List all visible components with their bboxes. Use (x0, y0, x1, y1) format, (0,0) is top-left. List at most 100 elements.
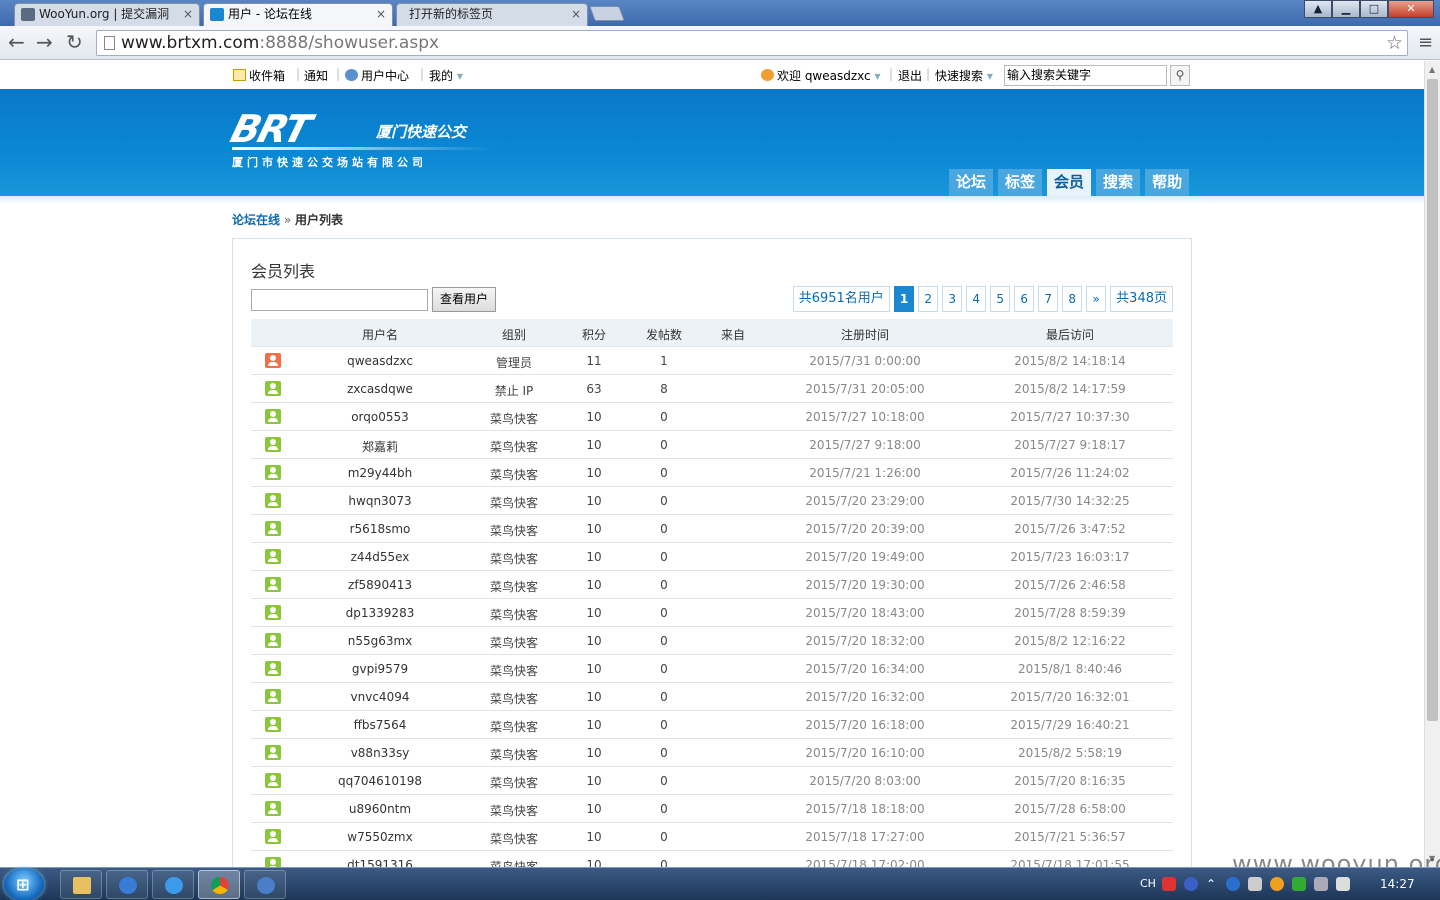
close-window-button[interactable]: ✕ (1388, 0, 1434, 18)
cell-username[interactable]: hwqn3073 (348, 494, 411, 508)
close-tab-icon[interactable]: × (183, 4, 193, 25)
cell-username[interactable]: dp1339283 (346, 606, 415, 620)
cell-group: 菜鸟快客 (489, 608, 539, 622)
k-tray-icon[interactable] (1226, 877, 1240, 891)
cell-username[interactable]: zf5890413 (348, 578, 412, 592)
user-avatar-icon (265, 549, 281, 564)
scrollbar-thumb[interactable] (1427, 79, 1438, 721)
cell-points: 10 (586, 830, 602, 844)
main-nav-item[interactable]: 会员 (1047, 169, 1092, 196)
table-row: dp1339283 菜鸟快客 10 0 2015/7/20 18:43:00 2015/7… (251, 599, 1173, 627)
page-scrollbar[interactable]: ▲ ▼ (1424, 61, 1440, 867)
sogou-icon[interactable] (1162, 877, 1176, 891)
banner-shadow (0, 196, 1424, 204)
blocked-icon[interactable] (1248, 877, 1262, 891)
notify-link[interactable]: 通知 (304, 67, 328, 84)
start-button[interactable]: ⊞ (4, 868, 44, 900)
site-search-input[interactable]: 输入搜索关键字 (1004, 65, 1167, 86)
network-icon[interactable] (1314, 877, 1328, 891)
new-tab-button[interactable] (589, 6, 625, 21)
volume-icon[interactable] (1336, 877, 1350, 891)
user-lookup-input[interactable] (251, 289, 428, 311)
cell-posts: 0 (660, 746, 668, 760)
breadcrumb-separator: » (283, 213, 292, 227)
page-link[interactable]: 8 (1062, 286, 1083, 312)
page-link[interactable]: » (1086, 286, 1107, 312)
search-icon[interactable]: ⚲ (1170, 65, 1190, 86)
cell-username[interactable]: v88n33sy (351, 746, 410, 760)
main-nav-item[interactable]: 帮助 (1145, 169, 1190, 196)
cell-last-visit: 2015/7/20 8:16:35 (1014, 774, 1126, 788)
taskbar-ie[interactable] (152, 870, 194, 899)
view-user-button[interactable]: 查看用户 (432, 287, 496, 312)
cell-group: 菜鸟快客 (489, 748, 539, 762)
bookmark-star-icon[interactable]: ☆ (1386, 31, 1403, 55)
page-link[interactable]: 1 (893, 286, 915, 312)
help-icon[interactable] (1184, 877, 1198, 891)
minimize-button[interactable]: ▁ (1332, 0, 1360, 18)
back-arrow-icon[interactable]: ← (8, 31, 25, 53)
total-pages-count[interactable]: 共348页 (1110, 286, 1173, 312)
cell-username[interactable]: zxcasdqwe (347, 382, 413, 396)
green-tray-icon[interactable] (1292, 877, 1306, 891)
cell-username[interactable]: u8960ntm (349, 802, 411, 816)
cell-registered: 2015/7/27 9:18:00 (809, 438, 921, 452)
address-bar[interactable]: www.brtxm.com:8888/showuser.aspx ☆ (96, 30, 1408, 56)
cell-username[interactable]: dt1591316 (347, 858, 413, 867)
taskbar-app-s[interactable] (244, 870, 286, 899)
tray-expand-icon[interactable]: ⌃ (1206, 877, 1220, 891)
cell-last-visit: 2015/7/26 2:46:58 (1014, 578, 1126, 592)
mine-menu[interactable]: 我的 ▾ (429, 67, 463, 84)
logout-link[interactable]: 退出 (898, 67, 922, 84)
cell-username[interactable]: w7550zmx (347, 830, 412, 844)
page-link[interactable]: 5 (990, 286, 1011, 312)
taskbar-app-k[interactable] (106, 870, 148, 899)
user-icon (761, 69, 774, 81)
taskbar-chrome[interactable] (198, 870, 240, 899)
page-link[interactable]: 7 (1038, 286, 1059, 312)
breadcrumb-home-link[interactable]: 论坛在线 (232, 213, 280, 227)
cell-username[interactable]: n55g63mx (348, 634, 413, 648)
user-center-link[interactable]: 用户中心 (345, 67, 409, 84)
wrench-menu-icon[interactable]: ≡ (1418, 34, 1433, 52)
close-tab-icon[interactable]: × (376, 4, 386, 25)
user-profile-icon[interactable]: ▲ (1304, 0, 1332, 18)
cell-username[interactable]: m29y44bh (348, 466, 413, 480)
taskbar-explorer[interactable] (60, 870, 102, 899)
cell-username[interactable]: qweasdzxc (347, 354, 413, 368)
cell-username[interactable]: gvpi9579 (352, 662, 408, 676)
page-link[interactable]: 2 (918, 286, 939, 312)
forward-arrow-icon[interactable]: → (36, 31, 53, 53)
cell-username[interactable]: 郑嘉莉 (362, 438, 398, 455)
quick-search-menu[interactable]: 快速搜索 ▾ (935, 67, 993, 84)
input-language[interactable]: CH (1140, 877, 1156, 890)
site-logo[interactable]: BRT 厦门快速公交 厦门市快速公交场站有限公司 (226, 107, 502, 171)
reload-icon[interactable]: ↻ (66, 31, 83, 53)
scroll-up-arrow-icon[interactable]: ▲ (1429, 65, 1435, 74)
table-row: z44d55ex 菜鸟快客 10 0 2015/7/20 19:49:00 2015/7/… (251, 543, 1173, 571)
cell-group: 菜鸟快客 (489, 804, 539, 818)
browser-tab-newtab[interactable]: 打开新的标签页 × (396, 3, 588, 26)
cell-username[interactable]: vnvc4094 (351, 690, 410, 704)
cell-username[interactable]: orqo0553 (351, 410, 409, 424)
cell-username[interactable]: r5618smo (350, 522, 411, 536)
cell-username[interactable]: z44d55ex (351, 550, 410, 564)
main-nav-item[interactable]: 论坛 (949, 169, 994, 196)
orange-tray-icon[interactable] (1270, 877, 1284, 891)
welcome-user[interactable]: 欢迎 qweasdzxc ▾ (761, 67, 881, 84)
taskbar-clock[interactable]: 14:27 (1380, 877, 1415, 891)
page-link[interactable]: 4 (966, 286, 987, 312)
cell-username[interactable]: ffbs7564 (354, 718, 407, 732)
maximize-button[interactable]: □ (1360, 0, 1388, 18)
inbox-link[interactable]: 收件箱 (233, 67, 285, 84)
cell-username[interactable]: qq704610198 (338, 774, 422, 788)
total-users-count[interactable]: 共6951名用户 (792, 286, 890, 312)
page-link[interactable]: 6 (1014, 286, 1035, 312)
main-nav-item[interactable]: 标签 (998, 169, 1043, 196)
page-link[interactable]: 3 (942, 286, 963, 312)
close-tab-icon[interactable]: × (571, 4, 581, 25)
main-nav-item[interactable]: 搜索 (1096, 169, 1141, 196)
cell-points: 10 (586, 494, 602, 508)
browser-tab-wooyun[interactable]: WooYun.org | 提交漏洞 × (14, 3, 200, 26)
browser-tab-forum[interactable]: 用户 - 论坛在线 × (203, 3, 393, 26)
